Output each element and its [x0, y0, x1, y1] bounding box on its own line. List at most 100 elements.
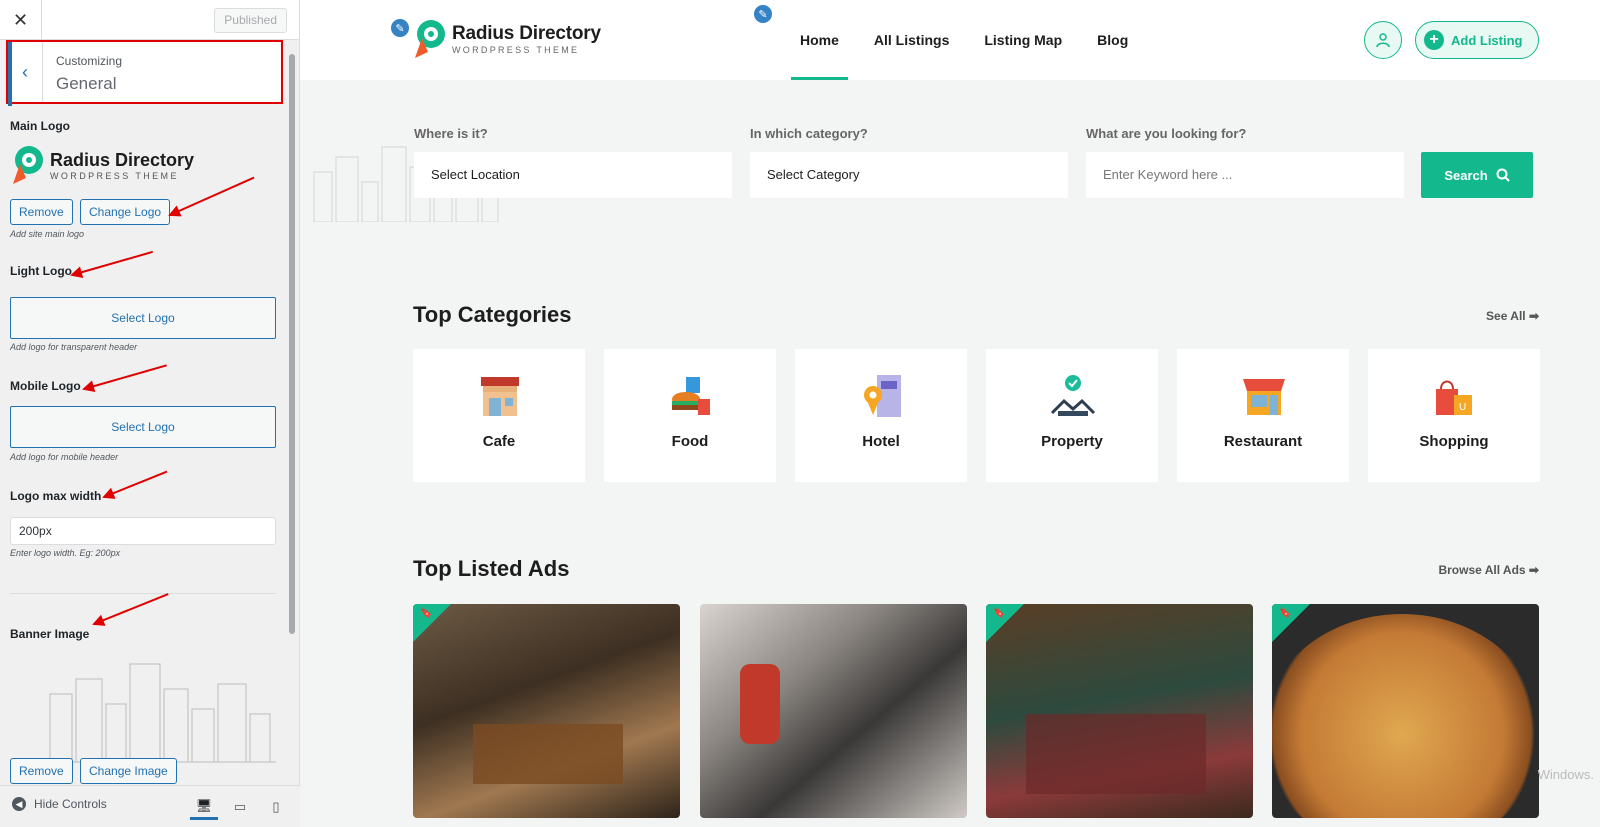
cafe-interior-photo — [473, 724, 623, 784]
close-icon: ✕ — [12, 9, 29, 30]
site-preview: ✎ ✎ Radius Directory WORDPRESS THEME Hom… — [300, 0, 1600, 827]
category-label: Shopping — [1419, 433, 1489, 450]
bookmark-icon[interactable]: 🔖 — [1279, 608, 1291, 619]
collapse-icon: ◀ — [12, 797, 26, 811]
hide-controls-button[interactable]: ◀ Hide Controls — [12, 797, 107, 811]
select-light-logo-button[interactable]: Select Logo — [10, 297, 276, 339]
chevron-left-icon: ‹ — [22, 61, 28, 82]
browse-all-ads-link[interactable]: Browse All Ads ➡ — [1438, 563, 1539, 577]
ad-card[interactable]: 🔖 — [413, 604, 680, 818]
category-label: In which category? — [750, 126, 868, 141]
bookmark-icon[interactable]: 🔖 — [993, 608, 1005, 619]
category-label: Property — [1041, 433, 1103, 450]
customizer-panel: ‹ Customizing General Main Logo Radius D… — [0, 40, 300, 785]
nav-item-home[interactable]: Home — [791, 0, 848, 80]
svg-text:U: U — [1459, 402, 1466, 413]
coffee-bar-photo — [740, 664, 780, 744]
change-main-logo-button[interactable]: Change Logo — [80, 199, 171, 225]
plus-icon: + — [1424, 30, 1444, 50]
search-icon — [1496, 168, 1510, 182]
device-preview-switcher: 🖥 ▭ ▯ — [190, 794, 290, 820]
category-card-restaurant[interactable]: Restaurant — [1177, 349, 1349, 482]
published-button[interactable]: Published — [214, 8, 287, 33]
pizza-photo — [1272, 614, 1539, 818]
food-icon — [672, 377, 710, 415]
nav-item-listing-map[interactable]: Listing Map — [975, 0, 1071, 80]
select-mobile-logo-button[interactable]: Select Logo — [10, 406, 276, 448]
ad-card[interactable]: 🔖 — [1272, 604, 1539, 818]
user-icon — [1376, 33, 1390, 48]
customizer-sidebar: ✕ Published ‹ Customizing General Main L… — [0, 0, 300, 827]
annotation-arrow — [71, 250, 154, 276]
keyword-input[interactable]: Enter Keyword here ... — [1086, 152, 1404, 198]
category-card-property[interactable]: Property — [986, 349, 1158, 482]
remove-banner-button[interactable]: Remove — [10, 758, 73, 784]
logo-mark-icon — [13, 146, 43, 184]
annotation-arrow — [93, 593, 169, 625]
category-card-hotel[interactable]: Hotel — [795, 349, 967, 482]
remove-main-logo-button[interactable]: Remove — [10, 199, 73, 225]
category-card-shopping[interactable]: U Shopping — [1368, 349, 1540, 482]
change-banner-button[interactable]: Change Image — [80, 758, 177, 784]
category-label: Food — [671, 433, 709, 450]
main-logo-preview: Radius Directory WORDPRESS THEME — [10, 144, 194, 186]
light-logo-description: Add logo for transparent header — [10, 342, 138, 352]
logo-mark-icon — [415, 20, 445, 58]
cafe-icon — [481, 377, 519, 416]
mobile-logo-description: Add logo for mobile header — [10, 452, 119, 462]
edit-shortcut-pencil-icon[interactable]: ✎ — [752, 3, 774, 25]
bookmark-icon[interactable]: 🔖 — [420, 608, 432, 619]
category-label: Restaurant — [1223, 433, 1303, 450]
close-customizer-button[interactable]: ✕ — [0, 0, 42, 40]
restaurant-dining-photo — [1026, 714, 1206, 794]
nav-item-all-listings[interactable]: All Listings — [865, 0, 958, 80]
location-label: Where is it? — [414, 126, 488, 141]
category-label: Hotel — [862, 433, 900, 450]
add-listing-button[interactable]: + Add Listing — [1415, 21, 1539, 59]
edit-shortcut-pencil-icon[interactable]: ✎ — [389, 17, 411, 39]
banner-image-preview — [30, 663, 276, 763]
category-select[interactable]: Select Category — [750, 152, 1068, 198]
customizer-topbar: ✕ Published — [0, 0, 299, 40]
sidebar-scrollbar-thumb[interactable] — [289, 54, 295, 634]
logo-max-width-description: Enter logo width. Eg: 200px — [10, 548, 121, 558]
mobile-logo-label: Mobile Logo — [10, 379, 81, 393]
search-button[interactable]: Search — [1421, 152, 1533, 198]
logo-subtitle: WORDPRESS THEME — [452, 45, 580, 55]
tablet-icon[interactable]: ▭ — [226, 794, 254, 820]
search-banner: Where is it? Select Location In which ca… — [300, 80, 1600, 250]
hide-controls-label: Hide Controls — [34, 797, 107, 811]
category-card-cafe[interactable]: Cafe — [413, 349, 585, 482]
user-account-button[interactable] — [1364, 21, 1402, 59]
search-button-label: Search — [1444, 167, 1488, 183]
main-nav: Home All Listings Listing Map Blog — [791, 0, 1154, 80]
desktop-icon[interactable]: 🖥 — [190, 794, 218, 820]
sidebar-logo-subtitle: WORDPRESS THEME — [50, 170, 179, 181]
main-logo-description: Add site main logo — [10, 229, 85, 239]
banner-image-label: Banner Image — [10, 627, 90, 641]
section-title: General — [56, 74, 117, 93]
sidebar-logo-title: Radius Directory — [50, 149, 195, 170]
nav-item-blog[interactable]: Blog — [1088, 0, 1137, 80]
keyword-label: What are you looking for? — [1086, 126, 1247, 141]
customizer-footer: ◀ Hide Controls 🖥 ▭ ▯ — [0, 785, 300, 827]
mobile-icon[interactable]: ▯ — [262, 794, 290, 820]
site-header: ✎ ✎ Radius Directory WORDPRESS THEME Hom… — [300, 0, 1600, 80]
back-button[interactable]: ‹ — [8, 42, 43, 102]
ad-card[interactable] — [700, 604, 967, 818]
site-logo[interactable]: Radius Directory WORDPRESS THEME — [412, 18, 601, 60]
logo-title: Radius Directory — [452, 23, 601, 44]
sidebar-scrollbar[interactable] — [288, 40, 296, 785]
logo-max-width-label: Logo max width — [10, 489, 102, 503]
light-logo-label: Light Logo — [10, 264, 72, 278]
ad-card[interactable]: 🔖 — [986, 604, 1253, 818]
category-label: Cafe — [482, 433, 516, 450]
see-all-link[interactable]: See All ➡ — [1486, 309, 1539, 323]
section-header: ‹ Customizing General — [6, 40, 283, 106]
location-select[interactable]: Select Location — [414, 152, 732, 198]
restaurant-icon — [1243, 379, 1285, 415]
main-logo-label: Main Logo — [10, 119, 70, 133]
add-listing-label: Add Listing — [1451, 32, 1523, 48]
logo-max-width-input[interactable]: 200px — [10, 517, 276, 545]
category-card-food[interactable]: Food — [604, 349, 776, 482]
